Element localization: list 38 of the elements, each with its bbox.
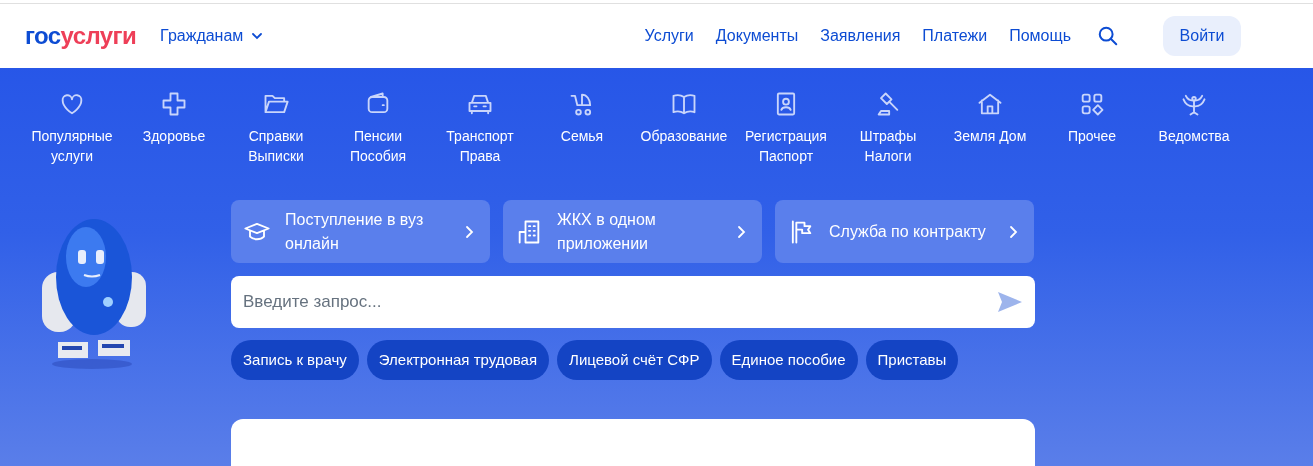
promo-card-title: ЖКХ в одном приложении — [557, 209, 657, 254]
nav-link[interactable]: Документы — [715, 24, 799, 48]
promo-card-title: Поступление в вуз онлайн — [285, 209, 425, 254]
quick-link-chip[interactable]: Электронная трудовая — [366, 340, 550, 380]
chevron-down-icon — [251, 32, 264, 40]
category-link[interactable]: Здоровье — [123, 90, 225, 166]
nav-link[interactable]: Помощь — [1009, 24, 1071, 48]
audience-dropdown[interactable]: Гражданам — [160, 24, 264, 48]
quick-link-chip[interactable]: Единое пособие — [719, 340, 858, 380]
promo-card[interactable]: Служба по контракту — [775, 200, 1034, 263]
search-field[interactable]: Введите запрос... — [231, 276, 1035, 328]
logo[interactable]: госуслуги — [25, 24, 137, 48]
nav-link[interactable]: Заявления — [820, 24, 901, 48]
nav-link[interactable]: Платежи — [922, 24, 988, 48]
category-link[interactable]: Штрафы Налоги — [837, 90, 939, 166]
cross-icon — [160, 90, 188, 118]
category-link[interactable]: Семья — [531, 90, 633, 166]
category-link[interactable]: Популярные услуги — [21, 90, 123, 166]
quick-link-chip[interactable]: Лицевой счёт СФР — [557, 340, 712, 380]
category-link[interactable]: Прочее — [1041, 90, 1143, 166]
promo-card-title: Служба по контракту — [829, 221, 987, 242]
login-button[interactable]: Войти — [1163, 16, 1241, 56]
category-link[interactable]: Справки Выписки — [225, 90, 327, 166]
chevron-right-icon — [464, 224, 474, 239]
category-link[interactable]: Образование — [633, 90, 735, 166]
nav-link[interactable]: Услуги — [644, 24, 694, 48]
category-link[interactable]: Ведомства — [1143, 90, 1245, 166]
category-link[interactable]: Транспорт Права — [429, 90, 531, 166]
category-link[interactable]: Пенсии Пособия — [327, 90, 429, 166]
promo-card[interactable]: Поступление в вуз онлайн — [231, 200, 490, 263]
chevron-right-icon — [736, 224, 746, 239]
promo-card[interactable]: ЖКХ в одном приложении — [503, 200, 762, 263]
category-link[interactable]: Земля Дом — [939, 90, 1041, 166]
quick-link-chip[interactable]: Приставы — [865, 340, 959, 380]
category-link[interactable]: Регистрация Паспорт — [735, 90, 837, 166]
quick-link-chip[interactable]: Запись к врачу — [231, 340, 359, 380]
search-icon[interactable] — [1097, 25, 1119, 47]
chevron-right-icon — [1008, 224, 1018, 239]
